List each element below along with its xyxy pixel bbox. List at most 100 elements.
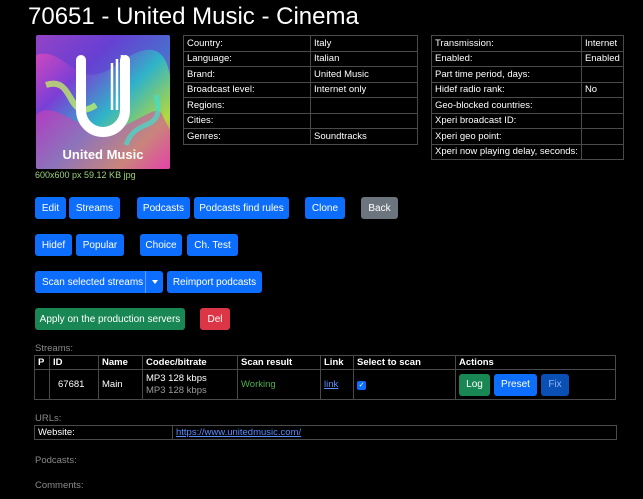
info-label: Broadcast level: (183, 81, 311, 98)
podcasts-button[interactable]: Podcasts (137, 197, 190, 219)
info-label: Regions: (183, 97, 311, 114)
info-row: Cities: (183, 112, 418, 129)
column-header: Actions (455, 355, 616, 370)
info-row: Broadcast level: Internet only (183, 81, 418, 98)
info-row: Enabled: Enabled (431, 50, 624, 67)
urls-table: Website: https://www.unitedmusic.com/ (34, 425, 617, 440)
info-value: Italian (310, 50, 418, 67)
url-value-cell: https://www.unitedmusic.com/ (172, 425, 617, 440)
info-label: Enabled: (431, 50, 582, 67)
choice-button[interactable]: Choice (140, 234, 182, 256)
info-value (580, 143, 624, 160)
clone-button[interactable]: Clone (305, 197, 345, 219)
info-value: Internet (580, 35, 624, 52)
info-value: United Music (310, 66, 418, 83)
station-logo-image: United Music (36, 35, 170, 169)
scan-dropdown-toggle[interactable] (145, 271, 163, 293)
info-value: No (580, 81, 624, 98)
stream-codec-primary: MP3 128 kbps (146, 372, 207, 384)
info-row: Country: Italy (183, 35, 418, 52)
url-label-cell: Website: (34, 425, 173, 440)
preset-button[interactable]: Preset (494, 373, 537, 396)
column-header: Scan result (237, 355, 321, 370)
info-row: Part time period, days: (431, 66, 624, 83)
info-label: Geo-blocked countries: (431, 97, 582, 114)
logo-brand-text: United Music (63, 147, 144, 162)
info-row: Regions: (183, 97, 418, 114)
info-label: Language: (183, 50, 311, 67)
info-row: Xperi geo point: (431, 128, 624, 145)
info-value (310, 112, 418, 129)
select-to-scan-checkbox[interactable]: ✓ (357, 381, 366, 390)
info-value: Internet only (310, 81, 418, 98)
info-label: Brand: (183, 66, 311, 83)
info-row: Transmission: Internet (431, 35, 624, 52)
page-title: 70651 - United Music - Cinema (28, 3, 359, 30)
ch-test-button[interactable]: Ch. Test (187, 234, 238, 256)
column-header: Select to scan (353, 355, 456, 370)
info-row: Xperi broadcast ID: (431, 112, 624, 129)
info-label: Cities: (183, 112, 311, 129)
info-row: Language: Italian (183, 50, 418, 67)
station-info-table: Country: Italy Language: Italian Brand: Unite… (183, 35, 418, 145)
station-settings-table: Transmission: Internet Enabled: Enabled Part… (431, 35, 624, 160)
info-row: Genres: Soundtracks (183, 128, 418, 145)
stream-select-cell: ✓ (353, 369, 456, 400)
info-value: Soundtracks (310, 128, 418, 145)
stream-link-cell: link (320, 369, 354, 400)
stream-codec-secondary: MP3 128 kbps (146, 384, 207, 396)
logo-caption: 600x600 px 59.12 KB jpg (35, 170, 136, 180)
info-value (310, 97, 418, 114)
podcasts-find-rules-button[interactable]: Podcasts find rules (194, 197, 289, 219)
info-value: Enabled (580, 50, 624, 67)
info-row: Hidef radio rank: No (431, 81, 624, 98)
fix-button[interactable]: Fix (541, 373, 569, 396)
column-header: ID (49, 355, 99, 370)
info-row: Geo-blocked countries: (431, 97, 624, 114)
podcasts-section-label: Podcasts: (35, 455, 77, 466)
scan-selected-streams-label: Scan selected streams (42, 276, 144, 288)
website-link[interactable]: https://www.unitedmusic.com/ (176, 427, 301, 438)
info-label: Hidef radio rank: (431, 81, 582, 98)
info-value (580, 112, 624, 129)
info-label: Genres: (183, 128, 311, 145)
delete-button[interactable]: Del (200, 308, 230, 330)
info-value: Italy (310, 35, 418, 52)
station-logo: United Music (36, 35, 170, 169)
info-label: Xperi broadcast ID: (431, 112, 582, 129)
comments-section-label: Comments: (35, 480, 84, 491)
info-label: Xperi geo point: (431, 128, 582, 145)
hidef-button[interactable]: Hidef (35, 234, 72, 256)
apply-production-button[interactable]: Apply on the production servers (35, 308, 185, 330)
back-button[interactable]: Back (361, 197, 398, 219)
edit-button[interactable]: Edit (35, 197, 66, 219)
stream-actions-cell: Log Preset Fix (455, 369, 616, 400)
info-row: Brand: United Music (183, 66, 418, 83)
column-header: P (34, 355, 50, 370)
info-label: Part time period, days: (431, 66, 582, 83)
info-label: Transmission: (431, 35, 582, 52)
stream-scan-result: Working (237, 369, 321, 400)
info-value (580, 128, 624, 145)
stream-id-cell: 67681 (49, 369, 99, 400)
column-header: Name (98, 355, 143, 370)
stream-link[interactable]: link (324, 379, 338, 390)
reimport-podcasts-button[interactable]: Reimport podcasts (167, 271, 262, 293)
table-row: 67681 Main MP3 128 kbps MP3 128 kbps Wor… (34, 369, 616, 400)
streams-section-label: Streams: (35, 343, 74, 354)
log-button[interactable]: Log (459, 373, 490, 396)
streams-table: P ID Name Codec/bitrate Scan result Link Selec… (34, 355, 616, 400)
chevron-down-icon (151, 280, 158, 284)
info-value (580, 97, 624, 114)
info-row: Xperi now playing delay, seconds: (431, 143, 624, 160)
column-header: Link (320, 355, 354, 370)
stream-name-cell: Main (98, 369, 143, 400)
info-label: Country: (183, 35, 311, 52)
info-label: Xperi now playing delay, seconds: (431, 143, 582, 160)
popular-button[interactable]: Popular (76, 234, 124, 256)
stream-codec-cell: MP3 128 kbps MP3 128 kbps (142, 369, 238, 400)
info-value (580, 66, 624, 83)
scan-selected-streams-button[interactable]: Scan selected streams (35, 271, 163, 293)
column-header: Codec/bitrate (142, 355, 238, 370)
streams-button[interactable]: Streams (69, 197, 120, 219)
